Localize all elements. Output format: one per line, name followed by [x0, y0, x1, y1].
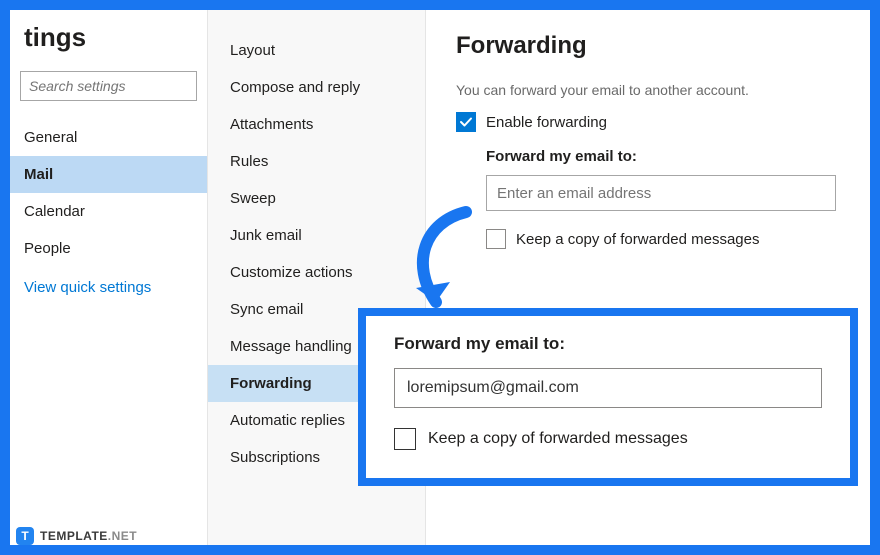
brand-badge-icon: T: [16, 527, 34, 545]
enable-forwarding-row: Enable forwarding: [456, 112, 840, 132]
brand-suffix: .NET: [108, 529, 137, 543]
brand-name: TEMPLATE: [40, 529, 108, 543]
nav-item-mail[interactable]: Mail: [10, 156, 207, 193]
keep-copy-label: Keep a copy of forwarded messages: [516, 231, 759, 248]
settings-nav: tings General Mail Calendar People View …: [10, 10, 208, 545]
search-input[interactable]: [20, 71, 197, 101]
search-wrap: [10, 71, 207, 119]
callout-forward-to-label: Forward my email to:: [394, 334, 822, 354]
settings-title: tings: [10, 10, 207, 71]
enable-forwarding-label: Enable forwarding: [486, 114, 607, 131]
sub-item-attachments[interactable]: Attachments: [208, 106, 425, 143]
keep-copy-row: Keep a copy of forwarded messages: [486, 229, 840, 249]
enable-forwarding-checkbox[interactable]: [456, 112, 476, 132]
forwarding-description: You can forward your email to another ac…: [456, 82, 840, 98]
sub-item-junk-email[interactable]: Junk email: [208, 217, 425, 254]
callout-keep-row: Keep a copy of forwarded messages: [394, 428, 822, 450]
callout-keep-copy-label: Keep a copy of forwarded messages: [428, 430, 688, 448]
brand-watermark: T TEMPLATE.NET: [16, 527, 137, 545]
callout-forward-email-input[interactable]: [394, 368, 822, 408]
nav-item-people[interactable]: People: [10, 230, 207, 267]
callout-keep-copy-checkbox[interactable]: [394, 428, 416, 450]
page-title: Forwarding: [456, 32, 840, 60]
view-quick-settings-link[interactable]: View quick settings: [10, 267, 207, 308]
sub-item-compose-reply[interactable]: Compose and reply: [208, 69, 425, 106]
annotation-callout: Forward my email to: Keep a copy of forw…: [358, 308, 858, 486]
brand-text: TEMPLATE.NET: [40, 529, 137, 543]
nav-item-calendar[interactable]: Calendar: [10, 193, 207, 230]
forward-email-input[interactable]: [486, 175, 836, 211]
sub-item-sweep[interactable]: Sweep: [208, 180, 425, 217]
check-icon: [459, 115, 473, 129]
forward-to-label: Forward my email to:: [486, 148, 840, 165]
sub-item-layout[interactable]: Layout: [208, 32, 425, 69]
nav-item-general[interactable]: General: [10, 119, 207, 156]
sub-item-rules[interactable]: Rules: [208, 143, 425, 180]
sub-item-customize-actions[interactable]: Customize actions: [208, 254, 425, 291]
keep-copy-checkbox[interactable]: [486, 229, 506, 249]
